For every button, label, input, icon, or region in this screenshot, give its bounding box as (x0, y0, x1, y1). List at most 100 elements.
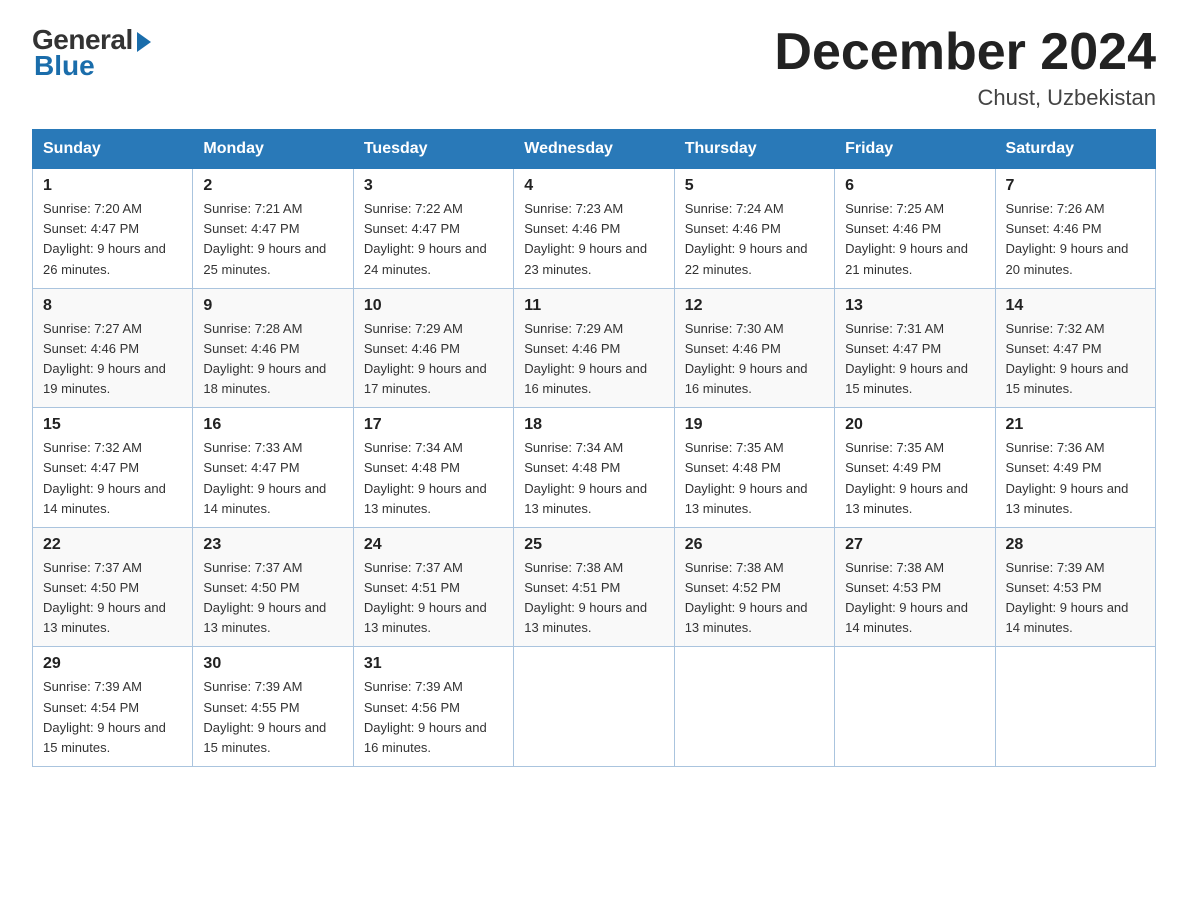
calendar-cell: 19 Sunrise: 7:35 AMSunset: 4:48 PMDaylig… (674, 408, 834, 528)
calendar-cell: 12 Sunrise: 7:30 AMSunset: 4:46 PMDaylig… (674, 288, 834, 408)
day-header-wednesday: Wednesday (514, 130, 674, 169)
day-info: Sunrise: 7:34 AMSunset: 4:48 PMDaylight:… (524, 438, 663, 519)
calendar-cell: 16 Sunrise: 7:33 AMSunset: 4:47 PMDaylig… (193, 408, 353, 528)
calendar-table: SundayMondayTuesdayWednesdayThursdayFrid… (32, 129, 1156, 767)
calendar-cell: 18 Sunrise: 7:34 AMSunset: 4:48 PMDaylig… (514, 408, 674, 528)
calendar-cell: 13 Sunrise: 7:31 AMSunset: 4:47 PMDaylig… (835, 288, 995, 408)
day-info: Sunrise: 7:22 AMSunset: 4:47 PMDaylight:… (364, 199, 503, 280)
day-number: 20 (845, 416, 984, 434)
calendar-cell: 3 Sunrise: 7:22 AMSunset: 4:47 PMDayligh… (353, 169, 513, 289)
calendar-cell: 30 Sunrise: 7:39 AMSunset: 4:55 PMDaylig… (193, 647, 353, 767)
day-info: Sunrise: 7:39 AMSunset: 4:53 PMDaylight:… (1006, 558, 1145, 639)
calendar-cell (674, 647, 834, 767)
calendar-cell: 17 Sunrise: 7:34 AMSunset: 4:48 PMDaylig… (353, 408, 513, 528)
day-info: Sunrise: 7:32 AMSunset: 4:47 PMDaylight:… (43, 438, 182, 519)
calendar-cell: 4 Sunrise: 7:23 AMSunset: 4:46 PMDayligh… (514, 169, 674, 289)
calendar-cell: 22 Sunrise: 7:37 AMSunset: 4:50 PMDaylig… (33, 527, 193, 647)
day-number: 24 (364, 536, 503, 554)
day-number: 23 (203, 536, 342, 554)
calendar-cell (514, 647, 674, 767)
day-header-sunday: Sunday (33, 130, 193, 169)
day-number: 3 (364, 177, 503, 195)
location-text: Chust, Uzbekistan (774, 85, 1156, 111)
day-number: 10 (364, 297, 503, 315)
calendar-cell: 14 Sunrise: 7:32 AMSunset: 4:47 PMDaylig… (995, 288, 1155, 408)
day-header-tuesday: Tuesday (353, 130, 513, 169)
day-number: 12 (685, 297, 824, 315)
day-number: 22 (43, 536, 182, 554)
day-info: Sunrise: 7:26 AMSunset: 4:46 PMDaylight:… (1006, 199, 1145, 280)
day-number: 19 (685, 416, 824, 434)
day-info: Sunrise: 7:39 AMSunset: 4:54 PMDaylight:… (43, 677, 182, 758)
day-info: Sunrise: 7:38 AMSunset: 4:53 PMDaylight:… (845, 558, 984, 639)
day-number: 15 (43, 416, 182, 434)
day-info: Sunrise: 7:24 AMSunset: 4:46 PMDaylight:… (685, 199, 824, 280)
calendar-cell: 21 Sunrise: 7:36 AMSunset: 4:49 PMDaylig… (995, 408, 1155, 528)
header-row: SundayMondayTuesdayWednesdayThursdayFrid… (33, 130, 1156, 169)
calendar-cell: 29 Sunrise: 7:39 AMSunset: 4:54 PMDaylig… (33, 647, 193, 767)
day-number: 13 (845, 297, 984, 315)
day-info: Sunrise: 7:25 AMSunset: 4:46 PMDaylight:… (845, 199, 984, 280)
day-info: Sunrise: 7:33 AMSunset: 4:47 PMDaylight:… (203, 438, 342, 519)
day-number: 1 (43, 177, 182, 195)
day-header-friday: Friday (835, 130, 995, 169)
page-header: General Blue December 2024 Chust, Uzbeki… (32, 24, 1156, 111)
week-row-2: 8 Sunrise: 7:27 AMSunset: 4:46 PMDayligh… (33, 288, 1156, 408)
day-info: Sunrise: 7:30 AMSunset: 4:46 PMDaylight:… (685, 319, 824, 400)
day-header-monday: Monday (193, 130, 353, 169)
day-number: 25 (524, 536, 663, 554)
calendar-cell: 31 Sunrise: 7:39 AMSunset: 4:56 PMDaylig… (353, 647, 513, 767)
day-number: 16 (203, 416, 342, 434)
day-info: Sunrise: 7:37 AMSunset: 4:50 PMDaylight:… (43, 558, 182, 639)
day-number: 6 (845, 177, 984, 195)
calendar-cell: 11 Sunrise: 7:29 AMSunset: 4:46 PMDaylig… (514, 288, 674, 408)
calendar-cell (995, 647, 1155, 767)
day-info: Sunrise: 7:31 AMSunset: 4:47 PMDaylight:… (845, 319, 984, 400)
day-number: 5 (685, 177, 824, 195)
day-info: Sunrise: 7:38 AMSunset: 4:52 PMDaylight:… (685, 558, 824, 639)
title-block: December 2024 Chust, Uzbekistan (774, 24, 1156, 111)
calendar-cell: 26 Sunrise: 7:38 AMSunset: 4:52 PMDaylig… (674, 527, 834, 647)
calendar-header: SundayMondayTuesdayWednesdayThursdayFrid… (33, 130, 1156, 169)
day-info: Sunrise: 7:28 AMSunset: 4:46 PMDaylight:… (203, 319, 342, 400)
week-row-3: 15 Sunrise: 7:32 AMSunset: 4:47 PMDaylig… (33, 408, 1156, 528)
day-number: 8 (43, 297, 182, 315)
calendar-cell: 28 Sunrise: 7:39 AMSunset: 4:53 PMDaylig… (995, 527, 1155, 647)
calendar-cell: 27 Sunrise: 7:38 AMSunset: 4:53 PMDaylig… (835, 527, 995, 647)
week-row-1: 1 Sunrise: 7:20 AMSunset: 4:47 PMDayligh… (33, 169, 1156, 289)
day-number: 7 (1006, 177, 1145, 195)
day-number: 2 (203, 177, 342, 195)
day-number: 18 (524, 416, 663, 434)
day-info: Sunrise: 7:35 AMSunset: 4:48 PMDaylight:… (685, 438, 824, 519)
calendar-cell: 1 Sunrise: 7:20 AMSunset: 4:47 PMDayligh… (33, 169, 193, 289)
day-info: Sunrise: 7:27 AMSunset: 4:46 PMDaylight:… (43, 319, 182, 400)
day-number: 4 (524, 177, 663, 195)
day-number: 26 (685, 536, 824, 554)
day-info: Sunrise: 7:29 AMSunset: 4:46 PMDaylight:… (524, 319, 663, 400)
day-info: Sunrise: 7:39 AMSunset: 4:55 PMDaylight:… (203, 677, 342, 758)
calendar-cell: 15 Sunrise: 7:32 AMSunset: 4:47 PMDaylig… (33, 408, 193, 528)
day-number: 9 (203, 297, 342, 315)
day-number: 31 (364, 655, 503, 673)
day-header-saturday: Saturday (995, 130, 1155, 169)
day-number: 27 (845, 536, 984, 554)
day-number: 11 (524, 297, 663, 315)
calendar-cell: 24 Sunrise: 7:37 AMSunset: 4:51 PMDaylig… (353, 527, 513, 647)
day-info: Sunrise: 7:35 AMSunset: 4:49 PMDaylight:… (845, 438, 984, 519)
day-info: Sunrise: 7:21 AMSunset: 4:47 PMDaylight:… (203, 199, 342, 280)
day-info: Sunrise: 7:37 AMSunset: 4:50 PMDaylight:… (203, 558, 342, 639)
logo-arrow-icon (137, 32, 151, 52)
calendar-cell: 10 Sunrise: 7:29 AMSunset: 4:46 PMDaylig… (353, 288, 513, 408)
calendar-cell: 8 Sunrise: 7:27 AMSunset: 4:46 PMDayligh… (33, 288, 193, 408)
day-info: Sunrise: 7:23 AMSunset: 4:46 PMDaylight:… (524, 199, 663, 280)
calendar-cell: 9 Sunrise: 7:28 AMSunset: 4:46 PMDayligh… (193, 288, 353, 408)
day-number: 28 (1006, 536, 1145, 554)
calendar-body: 1 Sunrise: 7:20 AMSunset: 4:47 PMDayligh… (33, 169, 1156, 767)
day-info: Sunrise: 7:29 AMSunset: 4:46 PMDaylight:… (364, 319, 503, 400)
day-info: Sunrise: 7:38 AMSunset: 4:51 PMDaylight:… (524, 558, 663, 639)
logo-blue-text: Blue (34, 50, 95, 82)
day-info: Sunrise: 7:37 AMSunset: 4:51 PMDaylight:… (364, 558, 503, 639)
day-number: 17 (364, 416, 503, 434)
calendar-cell: 23 Sunrise: 7:37 AMSunset: 4:50 PMDaylig… (193, 527, 353, 647)
day-header-thursday: Thursday (674, 130, 834, 169)
